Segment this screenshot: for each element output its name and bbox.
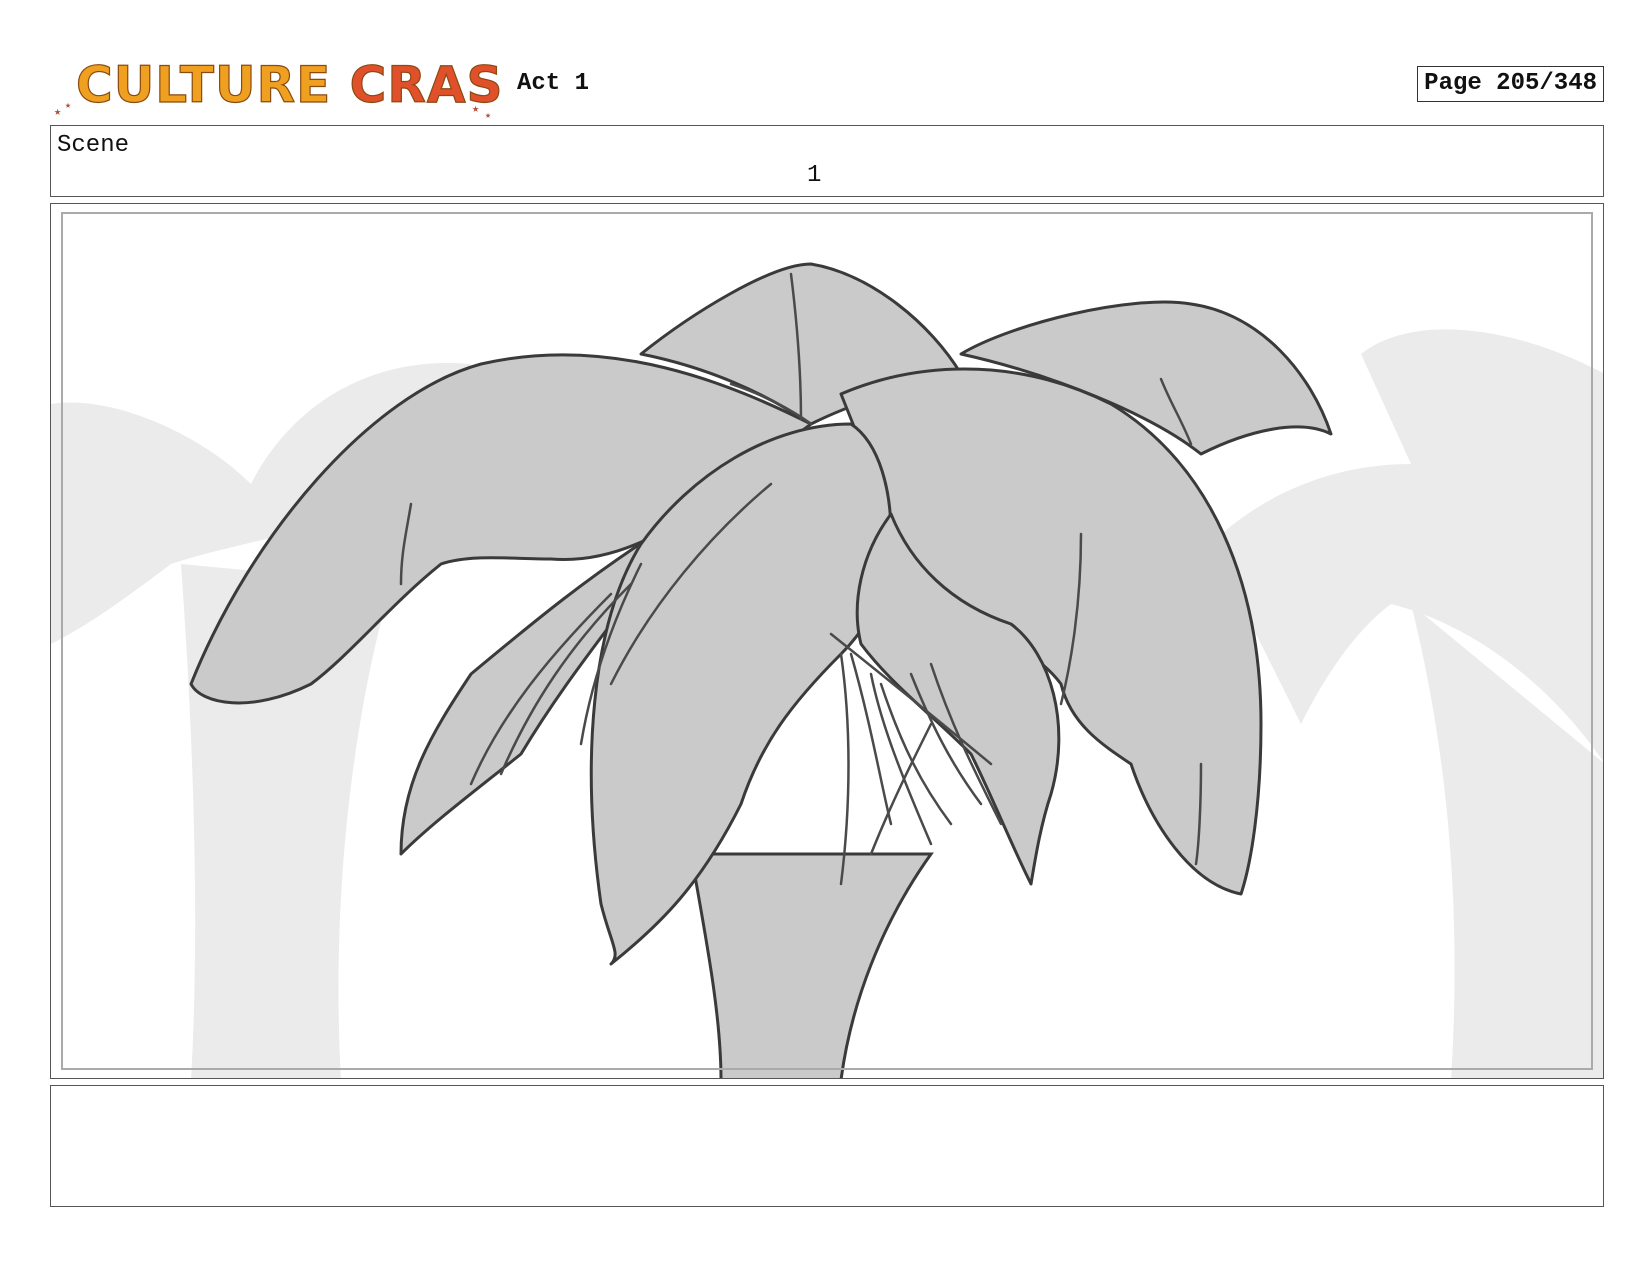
logo-text: CULTURE CRASH: [76, 56, 502, 114]
scene-number: 1: [807, 162, 822, 189]
logo-graphic: ★ ★ ★ ★ CULTURE CRASH: [54, 55, 502, 122]
storyboard-panel: [50, 203, 1604, 1079]
act-label: Act 1: [517, 70, 590, 97]
scene-box: Scene 1: [50, 125, 1604, 197]
star-icon: ★: [65, 101, 71, 112]
page-counter: Page 205/348: [1417, 66, 1604, 102]
scene-label: Scene: [57, 132, 130, 159]
panel-safe-frame: [61, 212, 1593, 1070]
star-icon: ★: [54, 105, 61, 119]
culture-crash-logo: ★ ★ ★ ★ CULTURE CRASH: [52, 50, 502, 122]
notes-box[interactable]: [50, 1085, 1604, 1207]
